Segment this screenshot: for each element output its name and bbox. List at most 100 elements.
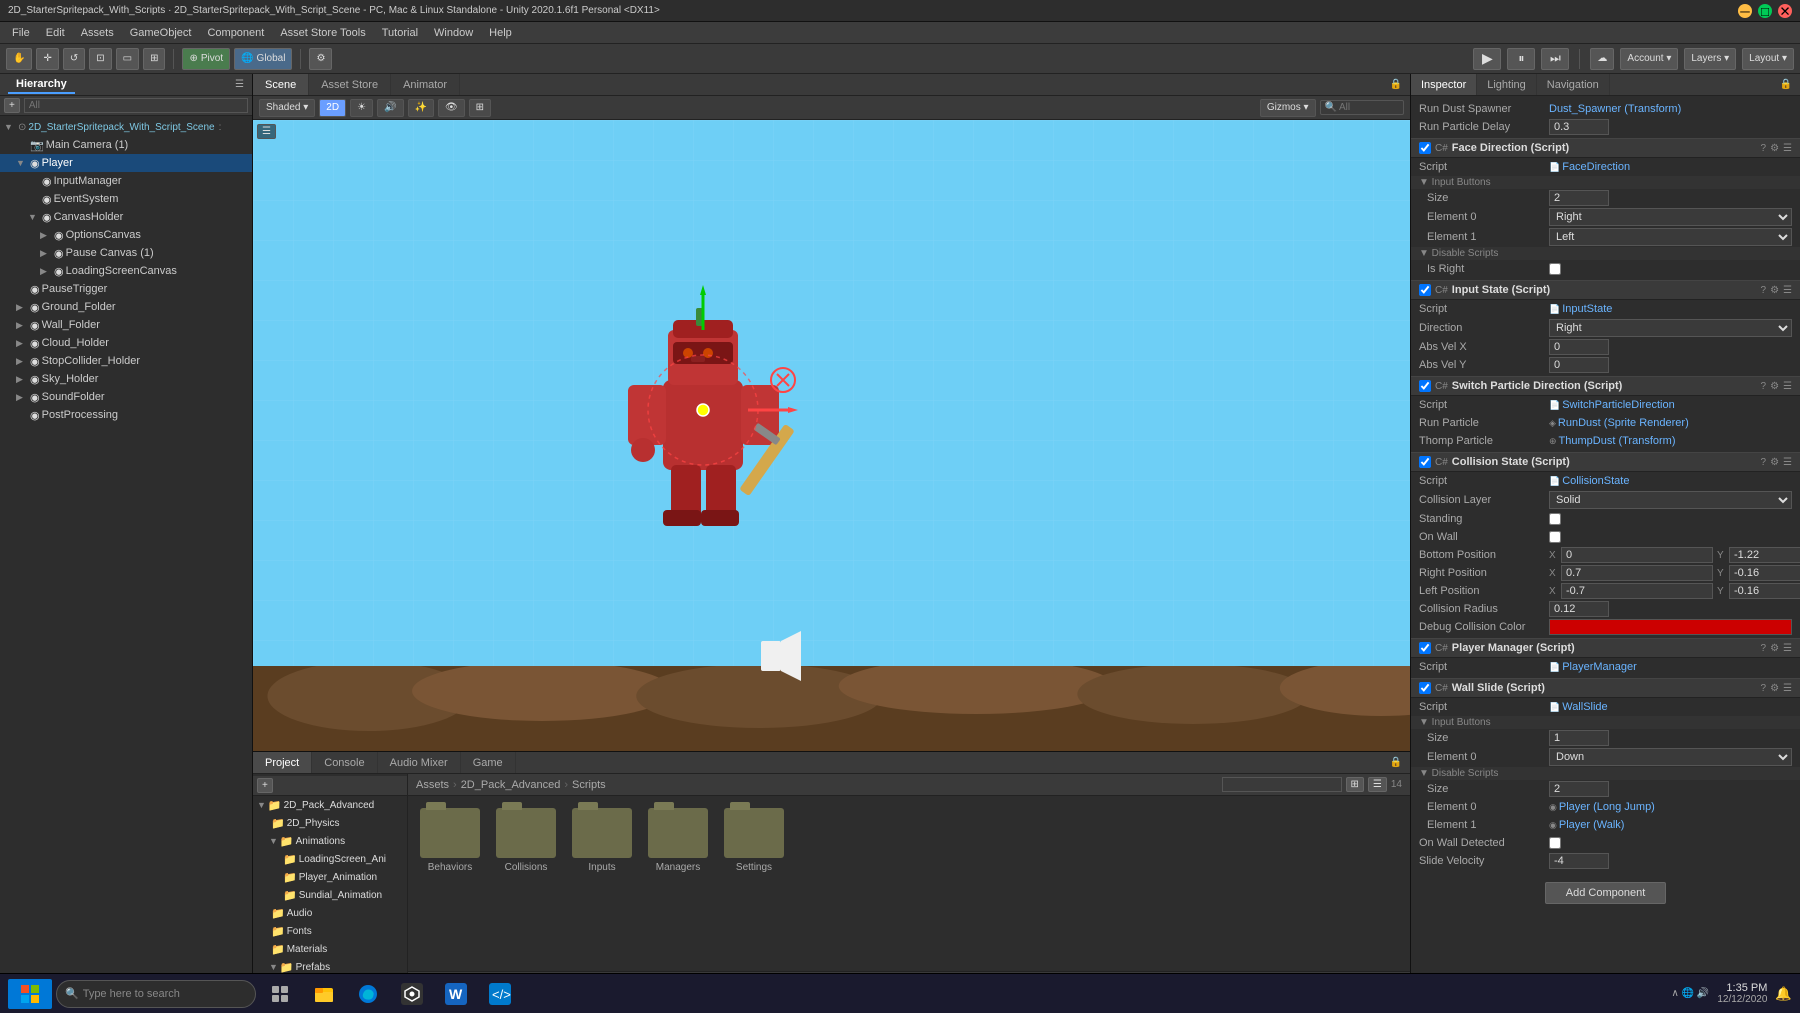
audio-btn[interactable]: 🔊 xyxy=(377,99,403,117)
account-button[interactable]: Account ▾ xyxy=(1620,48,1678,70)
right-pos-y[interactable] xyxy=(1729,565,1800,581)
menu-tutorial[interactable]: Tutorial xyxy=(374,25,426,41)
wall-element0-select[interactable]: Down xyxy=(1549,748,1792,766)
layout-button[interactable]: Layout ▾ xyxy=(1742,48,1794,70)
face-dir-script-ref[interactable]: 📄 FaceDirection xyxy=(1549,161,1630,173)
notifications-btn[interactable]: 🔔 xyxy=(1775,986,1792,1002)
hierarchy-search[interactable] xyxy=(24,98,248,113)
on-wall-detected-check[interactable] xyxy=(1549,837,1561,849)
wall-slide-script-ref[interactable]: 📄 WallSlide xyxy=(1549,701,1608,713)
viewport-menu-btn[interactable]: ☰ xyxy=(257,124,276,139)
settings-icon6[interactable]: ⚙ xyxy=(1770,683,1779,694)
input-state-script-ref[interactable]: 📄 InputState xyxy=(1549,303,1612,315)
menu-file[interactable]: File xyxy=(4,25,38,41)
proj-sundialani[interactable]: 📁 Sundial_Animation xyxy=(253,886,407,904)
taskbar-unity[interactable] xyxy=(392,978,432,1010)
global-button[interactable]: 🌐 Global xyxy=(234,48,292,70)
taskbar-task-view[interactable] xyxy=(260,978,300,1010)
on-wall-check[interactable] xyxy=(1549,531,1561,543)
proj-loadingani[interactable]: 📁 LoadingScreen_Ani xyxy=(253,850,407,868)
settings-icon[interactable]: ⚙ xyxy=(1770,143,1779,154)
menu-component[interactable]: Component xyxy=(199,25,272,41)
taskbar-vscode[interactable]: </> xyxy=(480,978,520,1010)
cloud-button[interactable]: ☁ xyxy=(1590,48,1614,70)
rotate-tool[interactable]: ↺ xyxy=(63,48,85,70)
scene-lock-btn[interactable]: 🔒 xyxy=(1382,79,1410,90)
gizmos-btn[interactable]: Gizmos ▾ xyxy=(1260,99,1316,117)
element0-select[interactable]: RightLeft xyxy=(1549,208,1792,226)
tree-item-eventsystem[interactable]: ◉ EventSystem xyxy=(0,190,252,208)
start-button[interactable] xyxy=(8,979,52,1009)
hand-tool[interactable]: ✋ xyxy=(6,48,32,70)
assets-view-btn[interactable]: ⊞ xyxy=(1346,777,1364,792)
hierarchy-menu-btn[interactable]: ☰ xyxy=(235,79,244,90)
tab-audiomixer[interactable]: Audio Mixer xyxy=(378,752,461,773)
menu-gameobject[interactable]: GameObject xyxy=(122,25,200,41)
pivot-button[interactable]: ⊕ Pivot xyxy=(182,48,230,70)
run-particle-delay-input[interactable] xyxy=(1549,119,1609,135)
tree-item-wallfolder[interactable]: ▶ ◉ Wall_Folder xyxy=(0,316,252,334)
player-mgr-script-ref[interactable]: 📄 PlayerManager xyxy=(1549,661,1637,673)
is-right-check[interactable] xyxy=(1549,263,1561,275)
settings-icon5[interactable]: ⚙ xyxy=(1770,643,1779,654)
menu-assets[interactable]: Assets xyxy=(73,25,122,41)
tab-console[interactable]: Console xyxy=(312,752,377,773)
run-particle-ref[interactable]: ◈ RunDust (Sprite Renderer) xyxy=(1549,417,1689,429)
asset-behaviors-folder[interactable]: Behaviors xyxy=(416,804,484,877)
transform-tool[interactable]: ⊞ xyxy=(143,48,165,70)
tree-item-pausecanvas[interactable]: ▶ ◉ Pause Canvas (1) xyxy=(0,244,252,262)
bottom-panel-lock[interactable]: 🔒 xyxy=(1382,757,1410,768)
bottom-pos-x[interactable] xyxy=(1561,547,1713,563)
help-icon3[interactable]: ? xyxy=(1761,381,1767,392)
input-size-input[interactable] xyxy=(1549,190,1609,206)
asset-collisions-folder[interactable]: Collisions xyxy=(492,804,560,877)
tree-item-inputmanager[interactable]: ◉ InputManager xyxy=(0,172,252,190)
move-tool[interactable]: ✛ xyxy=(36,48,58,70)
left-pos-y[interactable] xyxy=(1729,583,1800,599)
assets-filter-btn[interactable]: ☰ xyxy=(1368,777,1387,792)
proj-animations[interactable]: ▼ 📁 Animations xyxy=(253,832,407,850)
settings-icon2[interactable]: ⚙ xyxy=(1770,285,1779,296)
settings-icon3[interactable]: ⚙ xyxy=(1770,381,1779,392)
grid-btn[interactable]: ⊞ xyxy=(469,99,491,117)
tree-item-pausetrigger[interactable]: ◉ PauseTrigger xyxy=(0,280,252,298)
proj-2dphysics[interactable]: 📁 2D_Physics xyxy=(253,814,407,832)
menu-icon4[interactable]: ☰ xyxy=(1783,457,1792,468)
wall-disable-size[interactable] xyxy=(1549,781,1609,797)
thomp-particle-ref[interactable]: ⊕ ThumpDust (Transform) xyxy=(1549,435,1676,447)
menu-icon[interactable]: ☰ xyxy=(1783,143,1792,154)
help-icon5[interactable]: ? xyxy=(1761,643,1767,654)
tab-inspector[interactable]: Inspector xyxy=(1411,74,1477,95)
tree-item-scene[interactable]: ▼ ⊙ 2D_StarterSpritepack_With_Script_Sce… xyxy=(0,118,252,136)
wall-input-size[interactable] xyxy=(1549,730,1609,746)
tree-item-optionscanvas[interactable]: ▶ ◉ OptionsCanvas xyxy=(0,226,252,244)
asset-managers-folder[interactable]: Managers xyxy=(644,804,712,877)
tree-item-postprocessing[interactable]: ◉ PostProcessing xyxy=(0,406,252,424)
tree-item-cloudholder[interactable]: ▶ ◉ Cloud_Holder xyxy=(0,334,252,352)
help-icon6[interactable]: ? xyxy=(1761,683,1767,694)
collision-layer-select[interactable]: Solid xyxy=(1549,491,1792,509)
2d-button[interactable]: 2D xyxy=(319,99,346,117)
player-manager-enabled[interactable] xyxy=(1419,642,1431,654)
scale-tool[interactable]: ⊡ xyxy=(89,48,111,70)
collision-script-ref[interactable]: 📄 CollisionState xyxy=(1549,475,1629,487)
right-pos-x[interactable] xyxy=(1561,565,1713,581)
switch-particle-script-ref[interactable]: 📄 SwitchParticleDirection xyxy=(1549,399,1675,411)
rect-tool[interactable]: ▭ xyxy=(116,48,139,70)
tree-item-skyholder[interactable]: ▶ ◉ Sky_Holder xyxy=(0,370,252,388)
breadcrumb-scripts[interactable]: Scripts xyxy=(572,779,606,791)
menu-help[interactable]: Help xyxy=(481,25,520,41)
menu-icon5[interactable]: ☰ xyxy=(1783,643,1792,654)
menu-icon2[interactable]: ☰ xyxy=(1783,285,1792,296)
tree-item-groundfolder[interactable]: ▶ ◉ Ground_Folder xyxy=(0,298,252,316)
tab-project[interactable]: Project xyxy=(253,752,312,773)
absvelx-input[interactable] xyxy=(1549,339,1609,355)
taskbar-edge[interactable] xyxy=(348,978,388,1010)
minimize-button[interactable]: ─ xyxy=(1738,4,1752,18)
direction-select[interactable]: RightLeft xyxy=(1549,319,1792,337)
add-project-btn[interactable]: + xyxy=(257,778,273,793)
breadcrumb-assets[interactable]: Assets xyxy=(416,779,449,791)
absvely-input[interactable] xyxy=(1549,357,1609,373)
tree-item-soundfolder[interactable]: ▶ ◉ SoundFolder xyxy=(0,388,252,406)
menu-assetstore-tools[interactable]: Asset Store Tools xyxy=(272,25,373,41)
